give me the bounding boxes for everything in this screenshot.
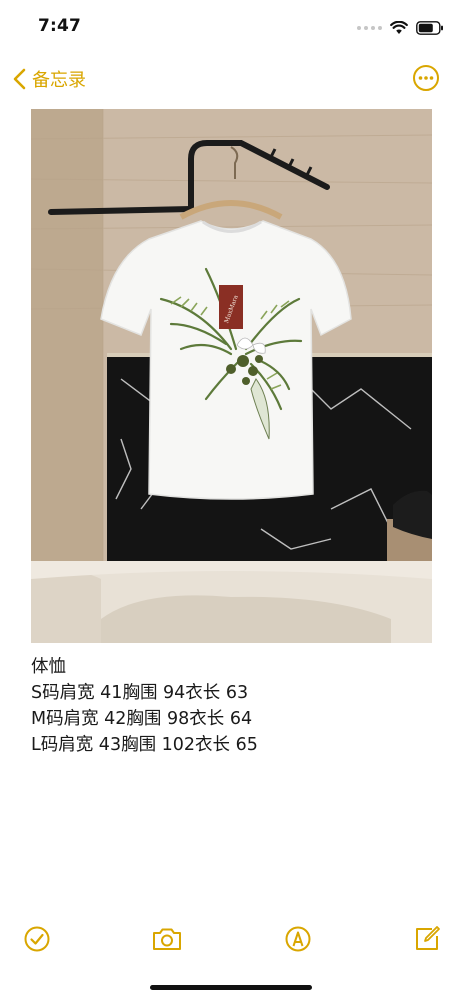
battery-icon <box>416 21 443 35</box>
chevron-left-icon <box>13 68 26 90</box>
ellipsis-circle-icon[interactable] <box>412 64 440 92</box>
status-time: 7:47 <box>38 16 82 36</box>
t-shirt-photo[interactable]: MaxMara <box>31 109 432 643</box>
camera-icon[interactable] <box>151 924 183 954</box>
note-line-size-m: M码肩宽 42胸围 98衣长 64 <box>31 709 253 729</box>
status-bar: 7:47 <box>0 0 462 52</box>
compose-icon[interactable] <box>412 924 442 954</box>
note-line-title: 体恤 <box>31 657 66 677</box>
note-body[interactable]: 体恤 S码肩宽 41胸围 94衣长 63 M码肩宽 42胸围 98衣长 64 L… <box>31 654 431 758</box>
back-button[interactable]: 备忘录 <box>12 64 86 94</box>
home-indicator[interactable] <box>150 985 312 990</box>
checklist-icon[interactable] <box>22 924 52 954</box>
bottom-toolbar <box>0 920 462 960</box>
markup-pen-icon[interactable] <box>283 924 313 954</box>
cellular-signal-icon <box>357 26 382 30</box>
note-line-size-l: L码肩宽 43胸围 102衣长 65 <box>31 735 258 755</box>
photo-illustration: MaxMara <box>31 109 432 643</box>
back-label: 备忘录 <box>32 70 86 91</box>
nav-bar: 备忘录 <box>0 58 462 102</box>
note-line-size-s: S码肩宽 41胸围 94衣长 63 <box>31 683 249 703</box>
wifi-icon <box>390 21 408 34</box>
status-icons <box>357 18 444 38</box>
